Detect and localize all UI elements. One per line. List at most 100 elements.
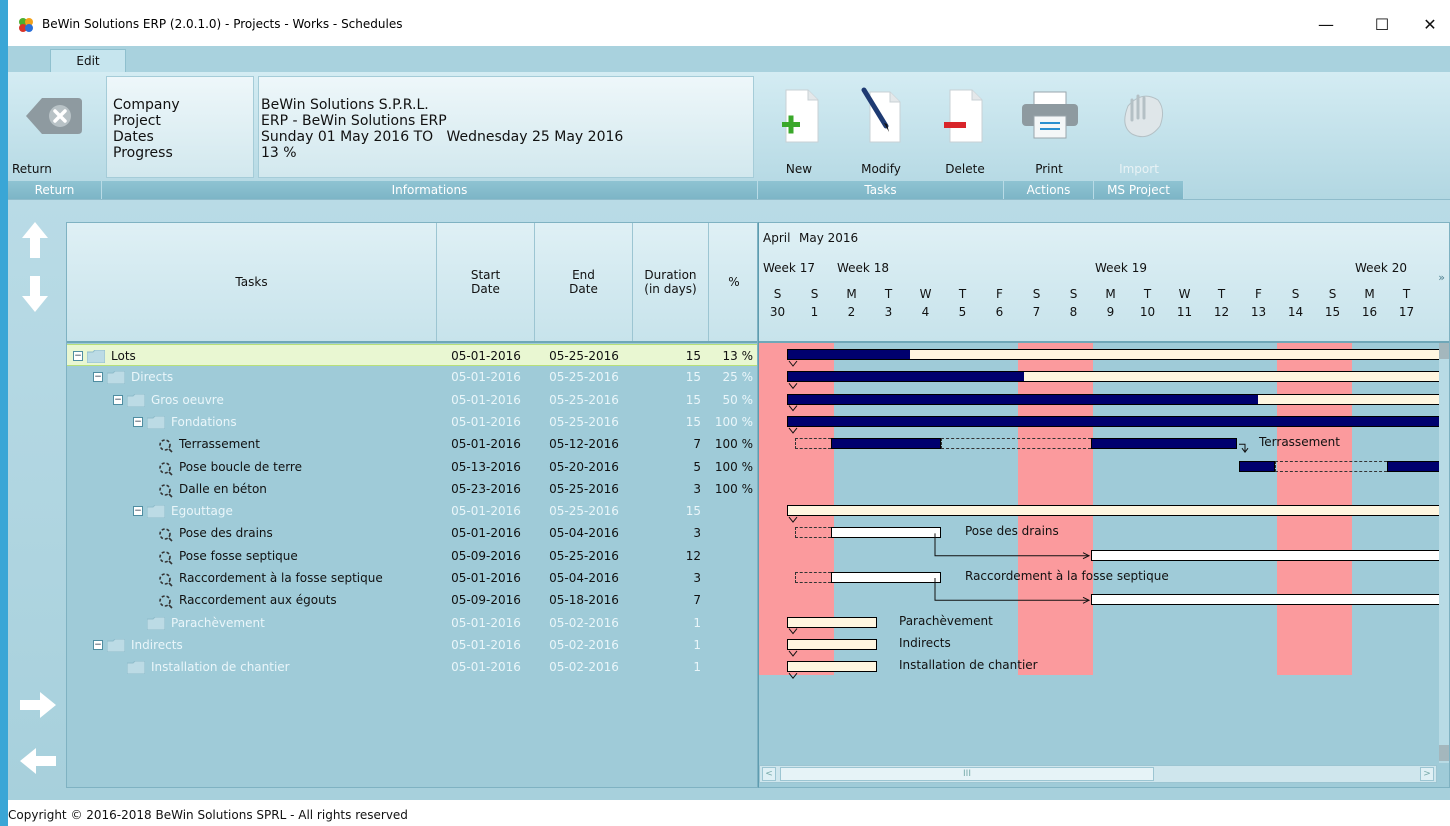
cell-percent: 50 %	[722, 392, 754, 407]
header-duration[interactable]: Duration (in days)	[633, 223, 709, 341]
collapse-toggle-icon[interactable]: −	[113, 394, 123, 405]
gantt-bar[interactable]	[787, 349, 1449, 360]
cell-duration: 12	[685, 548, 701, 563]
header-tasks[interactable]: Tasks	[67, 223, 437, 341]
cell-percent: 100 %	[714, 414, 753, 429]
gantt-progress-segment[interactable]	[1091, 438, 1237, 450]
copyright-text: Copyright © 2016-2018 BeWin Solutions SP…	[8, 808, 408, 822]
table-row[interactable]: − Indirects 05-01-2016 05-02-2016 1	[67, 634, 757, 656]
cell-task-name: Terrassement	[67, 433, 437, 455]
collapse-toggle-icon[interactable]: −	[93, 639, 103, 650]
return-button[interactable]: Return	[8, 76, 102, 180]
cell-end-date: 05-04-2016	[549, 571, 619, 585]
arrow-right-icon[interactable]	[18, 690, 58, 720]
cell-task-name: Dalle en béton	[67, 478, 437, 500]
table-row[interactable]: Pose boucle de terre 05-13-2016 05-20-2016…	[67, 456, 757, 478]
cell-start-date: 05-01-2016	[451, 504, 521, 519]
day-number: 14	[1287, 305, 1304, 319]
scroll-right-icon[interactable]: >	[1420, 767, 1434, 781]
cell-end-date: 05-25-2016	[549, 481, 619, 496]
day-number: 10	[1139, 305, 1156, 319]
table-row[interactable]: Pose fosse septique 05-09-2016 05-25-2016 1…	[67, 545, 757, 567]
header-start-date[interactable]: Start Date	[437, 223, 535, 341]
tab-edit[interactable]: Edit	[50, 49, 126, 72]
cell-task-name: Parachèvement	[67, 612, 437, 634]
cell-end-date: 05-25-2016	[549, 548, 619, 563]
gantt-bar[interactable]	[787, 638, 877, 650]
table-row[interactable]: Terrassement 05-01-2016 05-12-2016 7 100 %	[67, 433, 757, 455]
cell-start-date: 05-23-2016	[451, 481, 521, 496]
print-label: Print	[1035, 162, 1063, 176]
print-button[interactable]: Print	[1010, 76, 1088, 180]
task-name: Lots	[111, 349, 136, 363]
collapse-toggle-icon[interactable]: −	[133, 506, 143, 517]
arrow-down-icon[interactable]	[20, 274, 50, 314]
gantt-horizontal-scrollbar[interactable]: < III >	[759, 765, 1437, 783]
vscroll-end[interactable]	[1439, 745, 1449, 761]
vscroll-thumb[interactable]	[1439, 343, 1449, 359]
gantt-vertical-scrollbar[interactable]	[1439, 343, 1449, 763]
gantt-bar[interactable]	[787, 415, 1449, 427]
gantt-bar[interactable]	[787, 616, 877, 628]
new-document-icon	[782, 89, 819, 143]
task-name: Indirects	[131, 637, 183, 652]
table-row[interactable]: Dalle en béton 05-23-2016 05-25-2016 3 100 %	[67, 478, 757, 500]
table-row[interactable]: Raccordement à la fosse septique 05-01-20…	[67, 567, 757, 589]
new-button[interactable]: New	[766, 76, 832, 180]
table-row[interactable]: − Directs 05-01-2016 05-25-2016 15 25 %	[67, 366, 757, 388]
gantt-progress-segment[interactable]	[831, 438, 941, 450]
cell-duration: 1	[693, 615, 701, 630]
maximize-button[interactable]: ☐	[1360, 10, 1404, 40]
collapse-toggle-icon[interactable]: −	[133, 416, 143, 427]
gantt-bar[interactable]	[787, 393, 1449, 405]
gantt-bar[interactable]	[831, 527, 941, 539]
table-row[interactable]: − Gros oeuvre 05-01-2016 05-25-2016 15 50 %	[67, 389, 757, 411]
label-company: Company	[113, 97, 180, 113]
collapse-toggle-icon[interactable]: −	[73, 351, 83, 361]
day-number: 15	[1324, 305, 1341, 319]
arrow-up-icon[interactable]	[20, 220, 50, 260]
scroll-thumb[interactable]: III	[780, 767, 1154, 781]
gantt-header: April May 2016 Week 17 Week 18 Week 19 W…	[759, 223, 1449, 343]
gantt-bar[interactable]	[1091, 594, 1449, 606]
label-progress: Progress	[113, 145, 173, 161]
day-column-header: S 14	[1277, 285, 1314, 321]
app-window: BeWin Solutions ERP (2.0.1.0) - Projects…	[8, 0, 1450, 826]
close-button[interactable]: ✕	[1408, 10, 1450, 40]
day-letter: T	[1402, 287, 1411, 301]
header-percent[interactable]: %	[709, 223, 757, 341]
cell-duration: 15	[685, 370, 701, 385]
gantt-bar[interactable]	[787, 505, 1449, 517]
scroll-left-icon[interactable]: <	[762, 767, 776, 781]
cell-duration: 1	[693, 660, 701, 675]
table-row[interactable]: − Egouttage 05-01-2016 05-25-2016 15	[67, 500, 757, 522]
arrow-left-icon[interactable]	[18, 746, 58, 776]
gantt-bar[interactable]	[831, 572, 941, 583]
gantt-bar[interactable]	[1091, 549, 1449, 561]
table-row[interactable]: Pose des drains 05-01-2016 05-04-2016 3	[67, 522, 757, 544]
minimize-button[interactable]: —	[1304, 10, 1348, 40]
import-button[interactable]: Import	[1100, 76, 1178, 180]
gantt-progress-fill	[788, 350, 910, 359]
gantt-bar[interactable]	[787, 661, 877, 673]
task-name: Dalle en béton	[179, 481, 267, 496]
table-row[interactable]: Parachèvement 05-01-2016 05-02-2016 1	[67, 612, 757, 634]
cell-task-name: − Indirects	[67, 634, 437, 656]
collapse-toggle-icon[interactable]: −	[93, 372, 103, 383]
gantt-progress-segment[interactable]	[1239, 460, 1275, 472]
table-row[interactable]: − Fondations 05-01-2016 05-25-2016 15 100 %	[67, 411, 757, 433]
gantt-chart: April May 2016 Week 17 Week 18 Week 19 W…	[758, 222, 1450, 788]
gantt-bar[interactable]	[787, 371, 1449, 383]
gantt-progress-fill	[788, 394, 1258, 404]
modify-button[interactable]: Modify	[846, 76, 916, 180]
gantt-bar-label: Terrassement	[1259, 435, 1340, 450]
gantt-slack	[795, 438, 831, 450]
table-row[interactable]: − Lots 05-01-2016 05-25-2016 15 13 %	[67, 344, 757, 366]
delete-button[interactable]: Delete	[930, 76, 1000, 180]
table-row[interactable]: Installation de chantier 05-01-2016 05-02-…	[67, 656, 757, 678]
collapse-chevron-icon[interactable]: »	[1438, 271, 1445, 284]
table-row[interactable]: Raccordement aux égouts 05-09-2016 05-18-2…	[67, 589, 757, 611]
header-end-date[interactable]: End Date	[535, 223, 633, 341]
gantt-bar-label: Parachèvement	[899, 613, 993, 628]
cell-start-date: 05-01-2016	[451, 370, 521, 385]
